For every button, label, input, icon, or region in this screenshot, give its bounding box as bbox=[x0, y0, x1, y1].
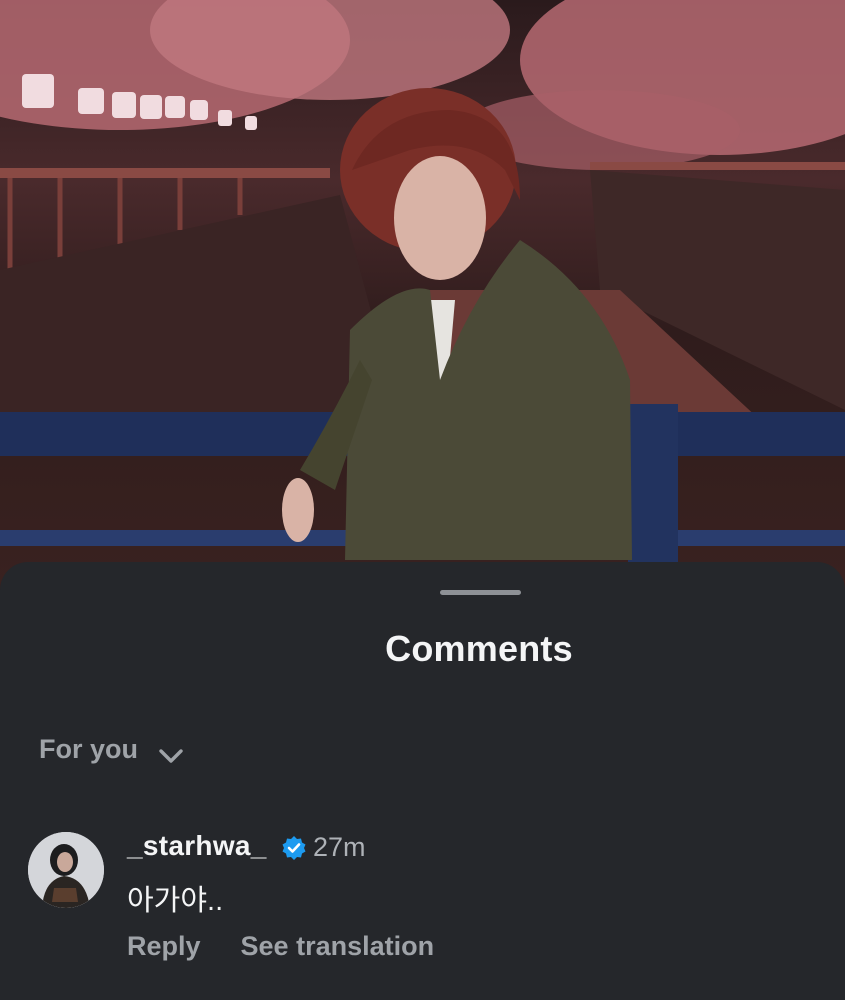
see-translation-button[interactable]: See translation bbox=[241, 931, 435, 962]
comment-text: 아가야.. bbox=[127, 885, 224, 917]
reply-button[interactable]: Reply bbox=[127, 931, 201, 962]
post-photo bbox=[0, 0, 845, 600]
comments-sheet: Comments For you _starhwa_ 27m 아가야.. Rep… bbox=[0, 562, 845, 1000]
chevron-down-icon bbox=[158, 741, 184, 763]
comment-username[interactable]: _starhwa_ bbox=[127, 830, 267, 862]
sheet-drag-handle[interactable] bbox=[440, 590, 521, 595]
sort-label: For you bbox=[39, 734, 138, 764]
comments-title: Comments bbox=[385, 628, 573, 669]
comment-sort-dropdown[interactable]: For you bbox=[39, 734, 184, 765]
post-photo-illustration bbox=[0, 0, 845, 564]
comment-actions: Reply See translation bbox=[127, 931, 434, 962]
comment-timestamp: 27m bbox=[313, 832, 366, 862]
comment-item: _starhwa_ 27m 아가야.. Reply See translatio… bbox=[28, 830, 828, 980]
avatar[interactable] bbox=[28, 832, 104, 908]
verified-badge-icon bbox=[281, 835, 307, 861]
